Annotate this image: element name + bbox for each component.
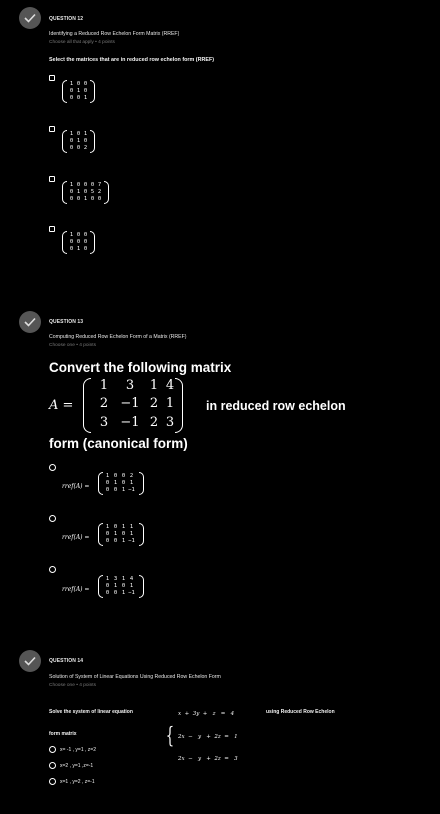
question-prompt: Convert the following matrix [49, 360, 232, 375]
option-radio[interactable] [49, 515, 56, 522]
option-label[interactable]: x=1 , y=2 , z=-1 [60, 779, 95, 785]
question-prompt-cont: form matrix [49, 731, 77, 737]
question-prompt-cont: form (canonical form) [49, 436, 188, 451]
question-prompt: Select the matrices that are in reduced … [49, 57, 215, 63]
completed-check-icon [19, 7, 41, 29]
option-checkbox[interactable] [49, 176, 55, 182]
question-meta: Choose all that apply • 4 points [49, 40, 115, 45]
option-label[interactable]: x= -1 , y=1 , z=2 [60, 747, 96, 753]
option-matrix: 100 010 001 [62, 80, 95, 103]
rref-label: rref(A) = [62, 483, 90, 490]
question-number: QUESTION 14 [49, 658, 84, 664]
question-title: Computing Reduced Row Echelon Form of a … [49, 334, 187, 340]
option-radio[interactable] [49, 778, 56, 785]
question-title: Solution of System of Linear Equations U… [49, 674, 221, 680]
option-matrix: 100 000 010 [62, 231, 95, 254]
question-title: Identifying a Reduced Row Echelon Form M… [49, 31, 180, 37]
question-meta: Choose one • 4 points [49, 683, 97, 688]
question-meta: Choose one • 4 points [49, 343, 97, 348]
option-matrix: 10007 01052 00100 [62, 181, 109, 204]
completed-check-icon [19, 311, 41, 333]
option-radio[interactable] [49, 762, 56, 769]
option-radio[interactable] [49, 566, 56, 573]
completed-check-icon [19, 650, 41, 672]
option-radio[interactable] [49, 464, 56, 471]
option-label[interactable]: x=2 , y=1 ,z=-1 [60, 763, 93, 769]
question-prompt: Solve the system of linear equation [49, 709, 133, 715]
option-radio[interactable] [49, 746, 56, 753]
rref-label: rref(A) = [62, 586, 90, 593]
question-prompt-cont: using Reduced Row Echelon [266, 709, 335, 715]
option-checkbox[interactable] [49, 226, 55, 232]
option-matrix: 1314 0101 0 0 1 −1 [98, 575, 144, 598]
rref-label: rref(A) = [62, 534, 90, 541]
equation-system: { x + 3y + z = 4 2x − y + 2z = 1 2x − y … [165, 711, 238, 762]
option-checkbox[interactable] [49, 75, 55, 81]
question-number: QUESTION 12 [49, 16, 84, 22]
option-matrix: 1011 0101 0 0 1 −1 [98, 523, 144, 546]
option-matrix: 101 010 002 [62, 130, 95, 153]
option-checkbox[interactable] [49, 126, 55, 132]
question-prompt-cont: in reduced row echelon [206, 399, 346, 413]
matrix-label: A = [49, 398, 74, 413]
given-matrix: 1314 2 −1 2 1 3 −1 2 3 [83, 378, 183, 433]
question-number: QUESTION 13 [49, 319, 84, 325]
option-matrix: 1002 0101 0 0 1 −1 [98, 472, 144, 495]
